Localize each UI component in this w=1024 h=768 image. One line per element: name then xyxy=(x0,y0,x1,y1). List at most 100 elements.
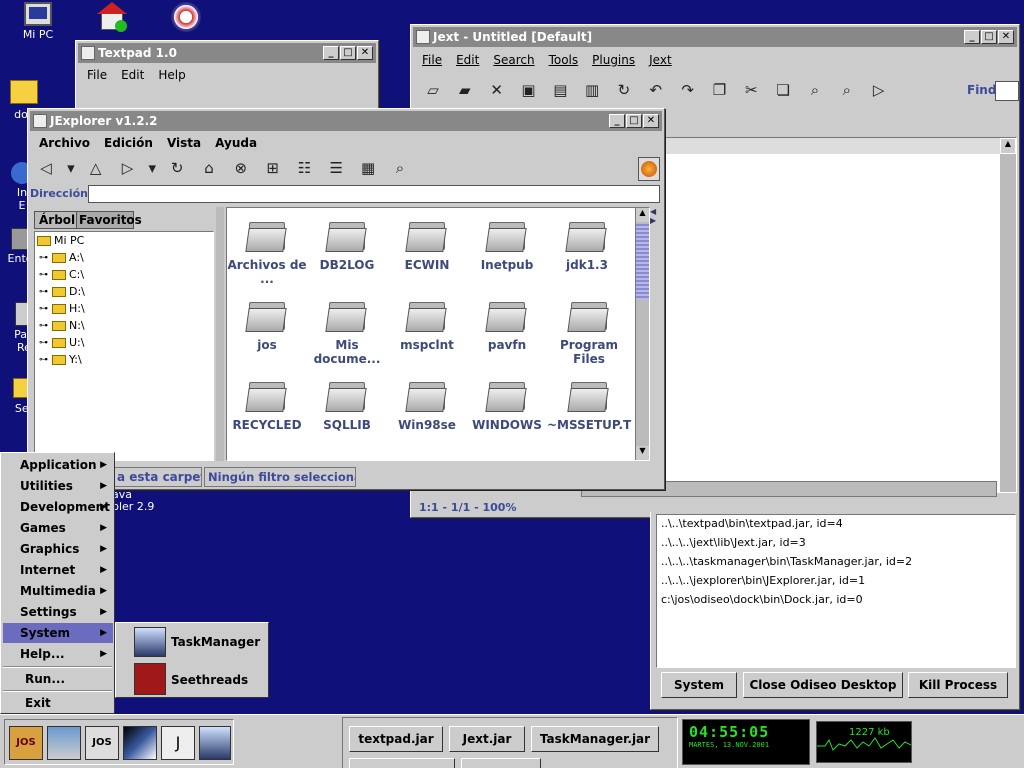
folder-item[interactable]: Archivos de ... xyxy=(227,218,307,286)
textpad-titlebar[interactable]: Textpad 1.0 _ □ ✕ xyxy=(78,43,376,63)
minimize-button[interactable]: _ xyxy=(323,46,339,60)
menu-item-development[interactable]: Development ▶ xyxy=(3,497,113,517)
folder-item[interactable]: SQLLIB xyxy=(307,378,387,432)
scroll-down-icon[interactable]: ▼ xyxy=(636,446,649,460)
folder-item[interactable]: mspclnt xyxy=(387,298,467,352)
taskmanager-window[interactable]: ..\..\textpad\bin\textpad.jar, id=4 ..\.… xyxy=(650,512,1020,710)
tree-item-drive[interactable]: ⊶ N:\ xyxy=(39,319,85,332)
menu-search[interactable]: Search xyxy=(486,50,541,70)
small-icons-view-icon[interactable]: ☷ xyxy=(290,155,318,181)
up-icon[interactable]: △ xyxy=(82,155,110,181)
menu-tools[interactable]: Tools xyxy=(542,50,586,70)
menu-item-help[interactable]: Help... ▶ xyxy=(3,644,113,664)
save-icon[interactable]: ▣ xyxy=(514,77,542,103)
tree-item-drive[interactable]: ⊶ Y:\ xyxy=(39,353,82,366)
folder-item[interactable]: pavfn xyxy=(467,298,547,352)
list-view-icon[interactable]: ☰ xyxy=(322,155,350,181)
process-row[interactable]: ..\..\..\taskmanager\bin\TaskManager.jar… xyxy=(661,555,912,568)
menu-file[interactable]: File xyxy=(80,65,114,85)
tree-item-drive[interactable]: ⊶ H:\ xyxy=(39,302,85,315)
process-row[interactable]: c:\jos\odiseo\dock\bin\Dock.jar, id=0 xyxy=(661,593,863,606)
task-button-textpad[interactable]: textpad.jar xyxy=(349,726,443,752)
system-button[interactable]: System xyxy=(661,672,737,698)
find-icon[interactable]: ⌕ xyxy=(801,77,829,103)
splitter[interactable] xyxy=(216,207,224,461)
cut-icon[interactable]: ✂ xyxy=(737,77,765,103)
folder-item[interactable]: Win98se xyxy=(387,378,467,432)
find-input[interactable] xyxy=(995,81,1019,101)
textpad-launcher-icon[interactable] xyxy=(47,726,81,760)
menu-jext[interactable]: Jext xyxy=(642,50,679,70)
start-menu[interactable]: Application ▶ Utilities ▶ Development ▶ Gam… xyxy=(0,452,115,714)
save-as-icon[interactable]: ▥ xyxy=(578,77,606,103)
menu-edit[interactable]: Edit xyxy=(449,50,486,70)
folder-item[interactable]: ECWIN xyxy=(387,218,467,272)
menu-item-utilities[interactable]: Utilities ▶ xyxy=(3,476,113,496)
file-grid-scrollbar[interactable]: ▲ ▼ xyxy=(635,208,649,460)
jexplorer-window[interactable]: JExplorer v1.2.2 _ □ ✕ Archivo Edición V… xyxy=(27,108,665,490)
process-list[interactable]: ..\..\textpad\bin\textpad.jar, id=4 ..\.… xyxy=(656,514,1016,668)
expand-icon[interactable]: ⊶ xyxy=(39,270,49,280)
home-icon[interactable]: ⌂ xyxy=(195,155,223,181)
folder-item[interactable]: Mis docume... xyxy=(307,298,387,366)
task-button-taskmanager[interactable]: TaskManager.jar xyxy=(531,726,659,752)
file-grid[interactable]: Archivos de ... DB2LOG ECWIN Inetpub jdk… xyxy=(226,207,650,461)
close-button[interactable]: ✕ xyxy=(643,114,659,128)
desktop-icon-mi-pc[interactable]: Mi PC xyxy=(6,2,70,41)
close-desktop-button[interactable]: Close Odiseo Desktop xyxy=(743,672,903,698)
run-icon[interactable]: ▷ xyxy=(865,77,893,103)
maximize-button[interactable]: □ xyxy=(626,114,642,128)
expand-icon[interactable]: ⊶ xyxy=(39,355,49,365)
stop-icon[interactable]: ⊗ xyxy=(227,155,255,181)
menu-item-exit[interactable]: Exit xyxy=(3,693,113,713)
kill-process-button[interactable]: Kill Process xyxy=(908,672,1008,698)
expand-icon[interactable]: ⊶ xyxy=(39,287,49,297)
jos-launcher-icon[interactable]: JOS xyxy=(9,726,43,760)
find-next-icon[interactable]: ⌕ xyxy=(833,77,861,103)
expand-icon[interactable]: ⊶ xyxy=(39,253,49,263)
new-file-icon[interactable]: ▱ xyxy=(419,77,447,103)
back-dropdown-icon[interactable]: ▾ xyxy=(64,155,78,181)
folder-item[interactable]: DB2LOG xyxy=(307,218,387,272)
folder-item[interactable]: ~MSSETUP.T xyxy=(547,378,631,432)
menu-ayuda[interactable]: Ayuda xyxy=(208,133,264,153)
tree-item-drive[interactable]: ⊶ C:\ xyxy=(39,268,84,281)
paste-icon[interactable]: ❏ xyxy=(769,77,797,103)
minimize-button[interactable]: _ xyxy=(964,30,980,44)
folder-tree[interactable]: Mi PC ⊶ A:\ ⊶ C:\ ⊶ D:\ ⊶ H:\ ⊶ N:\ ⊶ U:\ ⊶ Y:\ xyxy=(34,231,214,461)
folder-item[interactable]: RECYCLED xyxy=(227,378,307,432)
menu-archivo[interactable]: Archivo xyxy=(32,133,97,153)
jext-launcher-icon[interactable]: J xyxy=(161,726,195,760)
menu-item-system[interactable]: System ▶ xyxy=(3,623,113,643)
folder-item[interactable]: WINDOWS xyxy=(467,378,547,432)
folder-item[interactable]: Program Files xyxy=(547,298,631,366)
tree-item-drive[interactable]: ⊶ A:\ xyxy=(39,251,84,264)
orca-icon[interactable] xyxy=(199,726,231,760)
minimize-button[interactable]: _ xyxy=(609,114,625,128)
menu-item-application[interactable]: Application ▶ xyxy=(3,455,113,475)
task-button-jexplorer[interactable] xyxy=(349,758,455,768)
maximize-button[interactable]: □ xyxy=(340,46,356,60)
menu-edicion[interactable]: Edición xyxy=(97,133,160,153)
folder-item[interactable]: jdk1.3 xyxy=(547,218,627,272)
menu-item-settings[interactable]: Settings ▶ xyxy=(3,602,113,622)
tree-item-drive[interactable]: ⊶ D:\ xyxy=(39,285,85,298)
side-scroll-handle[interactable]: ◀ ▶ xyxy=(650,207,660,461)
space-icon[interactable] xyxy=(123,726,157,760)
jext-titlebar[interactable]: Jext - Untitled [Default] _ □ ✕ xyxy=(413,27,1017,47)
menu-edit[interactable]: Edit xyxy=(114,65,151,85)
address-input[interactable] xyxy=(88,185,660,203)
expand-icon[interactable]: ⊶ xyxy=(39,304,49,314)
close-button[interactable]: ✕ xyxy=(998,30,1014,44)
menu-help[interactable]: Help xyxy=(151,65,192,85)
close-button[interactable]: ✕ xyxy=(357,46,373,60)
expand-icon[interactable]: ⊶ xyxy=(39,321,49,331)
process-row[interactable]: ..\..\textpad\bin\textpad.jar, id=4 xyxy=(661,517,843,530)
editor-vscrollbar[interactable]: ▲ xyxy=(1000,138,1016,492)
scrollbar-thumb[interactable] xyxy=(636,224,649,300)
submenu-item-taskmanager[interactable]: TaskManager xyxy=(171,635,260,649)
tab-favoritos[interactable]: Favoritos xyxy=(76,211,142,229)
jext-editor[interactable]: ▲ xyxy=(661,137,1017,493)
submenu-item-seethreads[interactable]: Seethreads xyxy=(171,673,248,687)
forward-dropdown-icon[interactable]: ▾ xyxy=(145,155,159,181)
